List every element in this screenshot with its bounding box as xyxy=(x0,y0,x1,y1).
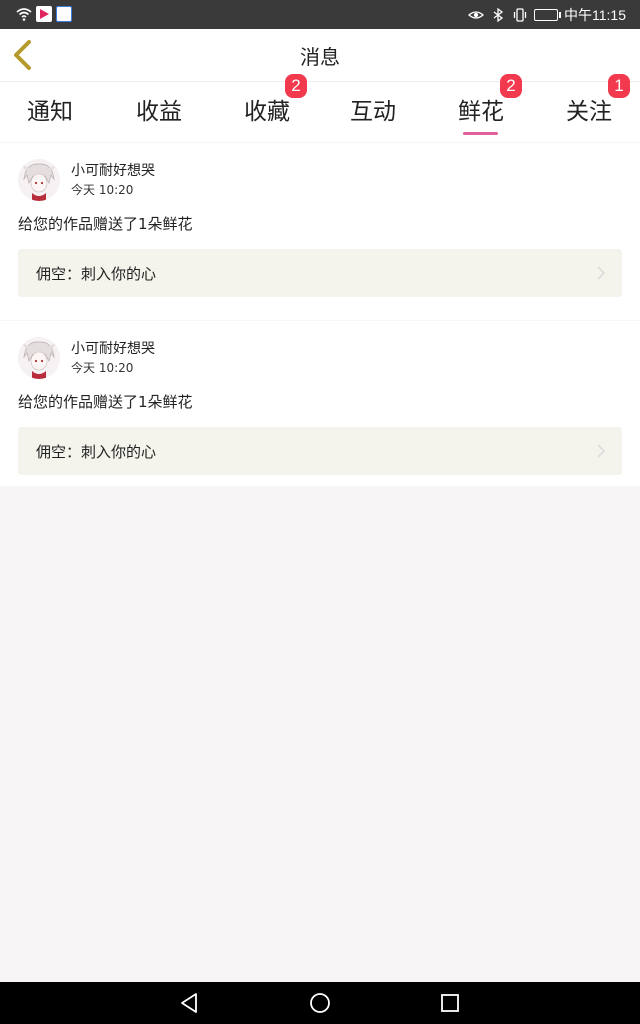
eye-icon xyxy=(468,11,484,19)
wifi-icon xyxy=(16,8,32,21)
recents-square-icon[interactable] xyxy=(438,991,462,1015)
tab-bar: 通知 收益 收藏 2 互动 鲜花 2 关注 1 xyxy=(0,74,640,142)
vibrate-icon xyxy=(513,8,527,22)
work-link[interactable]: 佣空：刺入你的心 xyxy=(18,427,622,475)
work-link[interactable]: 佣空：刺入你的心 xyxy=(18,249,622,297)
status-bar: 中午11:15 xyxy=(0,0,640,29)
battery-icon xyxy=(534,9,561,21)
message-time: 今天 10:20 xyxy=(71,183,134,197)
work-title: 佣空：刺入你的心 xyxy=(36,443,157,461)
chevron-right-icon xyxy=(597,266,606,280)
video-app-icon xyxy=(36,6,52,22)
avatar[interactable] xyxy=(18,159,60,201)
home-circle-icon[interactable] xyxy=(308,991,332,1015)
favorites-badge: 2 xyxy=(285,74,307,98)
message-text: 给您的作品赠送了1朵鲜花 xyxy=(18,215,193,233)
message-card: 小可耐好想哭 今天 10:20 给您的作品赠送了1朵鲜花 佣空：刺入你的心 xyxy=(0,321,640,486)
app-icon xyxy=(56,6,72,22)
message-text: 给您的作品赠送了1朵鲜花 xyxy=(18,393,193,411)
status-time: 中午11:15 xyxy=(564,7,626,23)
tab-notifications[interactable]: 通知 xyxy=(0,92,100,126)
page-title: 消息 xyxy=(300,45,340,69)
active-tab-indicator xyxy=(463,132,498,135)
message-card: 小可耐好想哭 今天 10:20 给您的作品赠送了1朵鲜花 佣空：刺入你的心 xyxy=(0,143,640,320)
avatar[interactable] xyxy=(18,337,60,379)
message-time: 今天 10:20 xyxy=(71,361,134,375)
work-title: 佣空：刺入你的心 xyxy=(36,265,157,283)
tab-interactions[interactable]: 互动 xyxy=(323,92,423,126)
chevron-right-icon xyxy=(597,444,606,458)
system-nav-bar xyxy=(0,982,640,1024)
flowers-badge: 2 xyxy=(500,74,522,98)
status-left xyxy=(16,6,72,22)
sender-name[interactable]: 小可耐好想哭 xyxy=(71,160,155,180)
back-triangle-icon[interactable] xyxy=(177,991,201,1015)
status-right: 中午11:15 xyxy=(468,5,626,25)
sender-name[interactable]: 小可耐好想哭 xyxy=(71,338,155,358)
tab-earnings[interactable]: 收益 xyxy=(109,92,209,126)
header: 消息 xyxy=(0,29,640,82)
follows-badge: 1 xyxy=(608,74,630,98)
bluetooth-icon xyxy=(493,7,504,23)
